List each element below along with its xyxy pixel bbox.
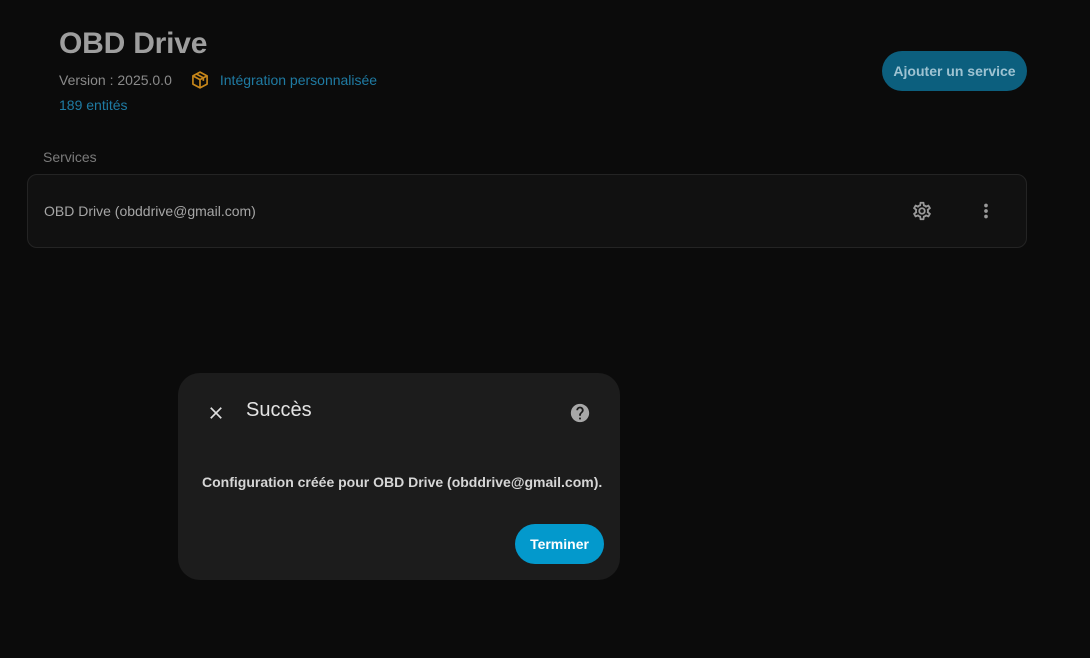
package-icon [189,69,211,91]
integration-header: OBD Drive Version : 2025.0.0 Intégration… [59,26,377,113]
services-section-label: Services [43,149,97,165]
add-service-button[interactable]: Ajouter un service [882,51,1027,91]
service-menu-button[interactable] [972,197,1000,225]
dialog-title: Succès [246,399,312,421]
integration-page: OBD Drive Version : 2025.0.0 Intégration… [0,0,1090,658]
finish-button[interactable]: Terminer [515,524,604,564]
service-name: OBD Drive (obddrive@gmail.com) [44,203,256,219]
service-row[interactable]: OBD Drive (obddrive@gmail.com) [27,174,1027,248]
gear-icon [913,201,931,221]
close-icon [210,407,222,419]
entities-link[interactable]: 189 entités [59,97,377,113]
dialog-close-button[interactable] [204,401,228,425]
page-title: OBD Drive [59,27,208,60]
help-circle-icon [570,403,590,423]
custom-integration-link[interactable]: Intégration personnalisée [220,72,377,88]
dots-vertical-icon [984,203,988,219]
integration-meta: Version : 2025.0.0 Intégration personnal… [59,70,377,90]
dialog-message: Configuration créée pour OBD Drive (obdd… [202,474,603,490]
service-settings-button[interactable] [908,197,936,225]
dialog-help-button[interactable] [568,401,592,425]
success-dialog: Succès Configuration créée pour OBD Driv… [178,373,620,580]
version-text: Version : 2025.0.0 [59,72,172,88]
